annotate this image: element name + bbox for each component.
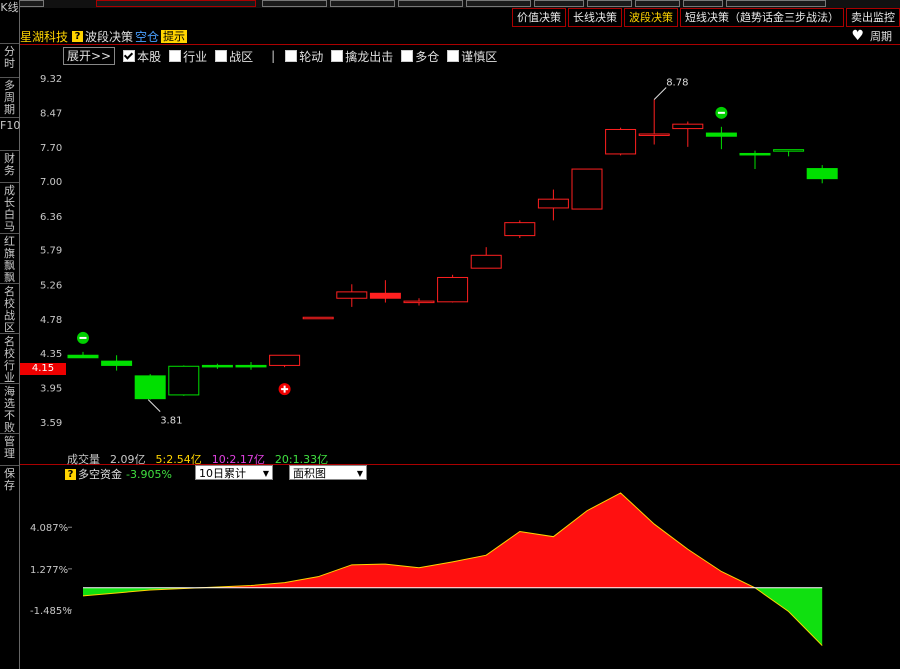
area-axis-label: 1.277% — [30, 565, 68, 576]
price-axis-label: 4.35 — [40, 349, 62, 360]
area-axis-label: 4.087% — [30, 523, 68, 534]
price-axis-label: 4.78 — [40, 315, 62, 326]
candle-body — [302, 316, 334, 320]
area-axis-label: -1.485% — [30, 606, 72, 617]
accumulation-select[interactable]: 10日累计 ▼ — [195, 465, 273, 480]
candle-body — [201, 364, 233, 368]
long-short-value: -3.905% — [126, 467, 172, 481]
candle-body — [101, 360, 133, 366]
price-axis-label: 5.79 — [40, 246, 62, 257]
candle-body — [638, 133, 670, 136]
candle-body — [739, 152, 771, 156]
price-chart: 9.32 8.47 7.70 7.00 6.36 5.79 5.26 4.78 4.35 3.95… — [30, 74, 838, 646]
volume-value: 2.09亿 — [110, 453, 146, 466]
candle-body — [403, 300, 435, 304]
price-axis-label: 6.36 — [40, 212, 62, 223]
accumulation-select-value: 10日累计 — [199, 467, 246, 480]
high-arrow — [653, 87, 667, 100]
candle-body — [269, 354, 301, 366]
long-short-legend: ? 多空资金 -3.905% — [65, 466, 172, 482]
help-icon[interactable]: ? — [65, 468, 76, 480]
candle-body — [806, 168, 838, 180]
chart-style-select[interactable]: 面积图 ▼ — [289, 465, 367, 480]
price-axis-label: 7.70 — [40, 143, 62, 154]
chevron-down-icon: ▼ — [262, 469, 269, 478]
negative-fund-area — [83, 587, 823, 646]
candle-body — [470, 254, 502, 269]
price-axis-label: 3.59 — [40, 418, 62, 429]
candle-body — [134, 375, 166, 400]
candle-body — [336, 291, 368, 299]
candle-body — [672, 123, 704, 130]
price-axis-label: 7.00 — [40, 177, 62, 188]
price-axis-label: 3.95 — [40, 384, 62, 395]
current-price-tag: 4.15 — [20, 363, 66, 375]
candle-body — [537, 198, 569, 209]
chart-style-select-value: 面积图 — [293, 467, 326, 480]
low-arrow — [147, 399, 161, 412]
price-axis-label: 9.32 — [40, 74, 62, 85]
candle-body — [437, 276, 469, 303]
long-short-label: 多空资金 — [78, 468, 122, 481]
chevron-down-icon: ▼ — [356, 469, 363, 478]
positive-fund-area — [83, 492, 823, 588]
candle-body — [605, 128, 637, 155]
candle-body — [504, 222, 536, 237]
low-label: 3.81 — [160, 416, 182, 427]
candle-body — [67, 354, 99, 359]
candle-body — [773, 149, 805, 152]
high-label: 8.78 — [666, 78, 688, 89]
candle-body — [705, 132, 737, 137]
candle-body — [571, 168, 603, 210]
price-axis-label: 5.26 — [40, 280, 62, 291]
candle-body — [168, 365, 200, 396]
candle-body — [235, 364, 267, 368]
candle-body — [369, 292, 401, 299]
volume-label: 成交量 — [67, 453, 100, 466]
price-axis-label: 8.47 — [40, 108, 62, 119]
